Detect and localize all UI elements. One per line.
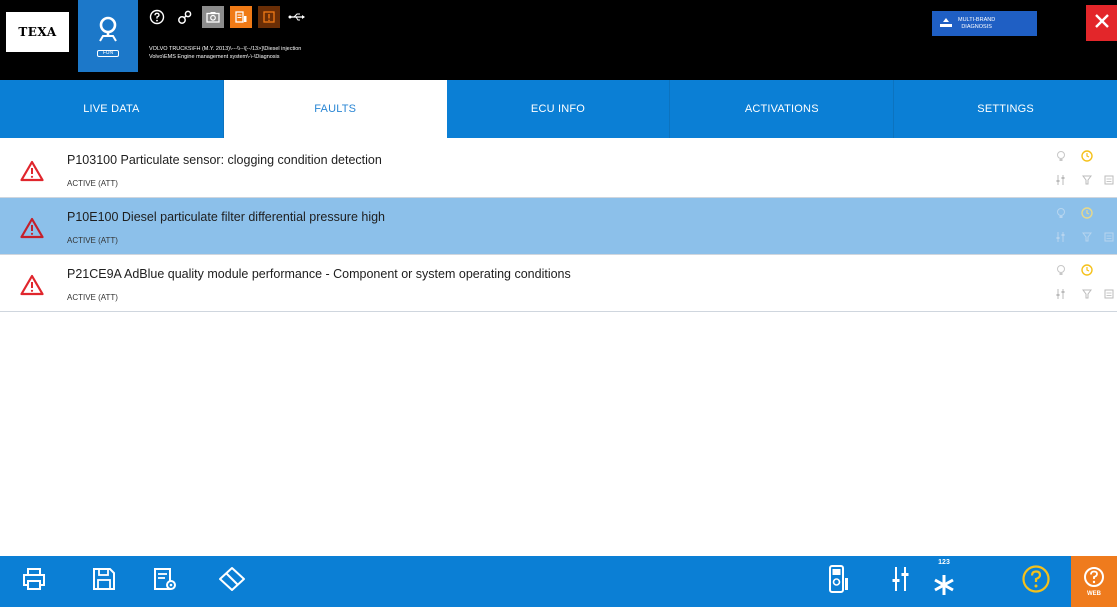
fault-title: P10E100 Diesel particulate filter differ… bbox=[67, 210, 386, 224]
search-car-icon bbox=[95, 15, 121, 48]
filter-icon[interactable] bbox=[1080, 173, 1094, 187]
multibrand-diagnosis-button[interactable]: MULTI-BRAND DIAGNOSIS bbox=[932, 11, 1037, 36]
close-button[interactable] bbox=[1086, 5, 1117, 41]
fault-actions bbox=[1052, 149, 1114, 191]
vehicle-path-line1: VOLVO TRUCKS\FH (M.Y. 2013)\---\\--\[--/… bbox=[149, 46, 302, 52]
warning-icon bbox=[20, 160, 44, 182]
diagnosis-button[interactable]: FUN bbox=[78, 0, 138, 72]
vehicle-breadcrumb: VOLVO TRUCKS\FH (M.Y. 2013)\---\\--\[--/… bbox=[149, 45, 469, 61]
fault-status: ACTIVE (ATT) bbox=[67, 179, 118, 188]
texa-logo: TEXA bbox=[6, 12, 69, 52]
alert-box-icon[interactable] bbox=[258, 6, 280, 28]
close-icon bbox=[1094, 13, 1110, 34]
tab-settings[interactable]: SETTINGS bbox=[894, 80, 1117, 138]
print-button[interactable] bbox=[14, 556, 54, 607]
vehicle-info-icon[interactable] bbox=[230, 6, 252, 28]
print-icon bbox=[21, 566, 47, 597]
fault-row[interactable]: P21CE9A AdBlue quality module performanc… bbox=[0, 255, 1117, 312]
sliders-button[interactable] bbox=[883, 556, 919, 607]
tune-icon[interactable] bbox=[1054, 230, 1068, 244]
multibrand-icon bbox=[940, 15, 952, 33]
multimeter-button[interactable] bbox=[820, 556, 856, 607]
save-icon bbox=[91, 566, 117, 597]
tab-faults[interactable]: FAULTS bbox=[223, 80, 447, 138]
web-label: WEB bbox=[1087, 591, 1101, 597]
vehicle-path-line2: Volvo\EMS Engine management system\-\-\D… bbox=[149, 54, 280, 60]
help-icon[interactable] bbox=[146, 6, 168, 28]
multibrand-line2: DIAGNOSIS bbox=[961, 23, 992, 30]
multimeter-icon bbox=[827, 564, 849, 599]
fault-status: ACTIVE (ATT) bbox=[67, 293, 118, 302]
tab-live-data[interactable]: LIVE DATA bbox=[0, 80, 224, 138]
list-icon[interactable] bbox=[1102, 173, 1116, 187]
web-help-icon bbox=[1083, 566, 1105, 593]
fault-row[interactable]: P103100 Particulate sensor: clogging con… bbox=[0, 141, 1117, 198]
tab-ecu-info[interactable]: ECU INFO bbox=[447, 80, 671, 138]
fault-actions bbox=[1052, 263, 1114, 305]
top-header: TEXA FUN VOLVO TRUCKS\FH (M.Y. 2013)\---… bbox=[0, 0, 1117, 80]
link-icon[interactable] bbox=[174, 6, 196, 28]
bulb-icon[interactable] bbox=[1054, 263, 1068, 277]
save-button[interactable] bbox=[84, 556, 124, 607]
fault-row[interactable]: P10E100 Diesel particulate filter differ… bbox=[0, 198, 1117, 255]
clock-icon[interactable] bbox=[1080, 263, 1094, 277]
help-circle-icon bbox=[1021, 564, 1051, 599]
list-icon[interactable] bbox=[1102, 287, 1116, 301]
clock-icon[interactable] bbox=[1080, 149, 1094, 163]
main-tabs: LIVE DATA FAULTS ECU INFO ACTIVATIONS SE… bbox=[0, 80, 1117, 138]
warning-icon bbox=[20, 274, 44, 296]
filter-icon[interactable] bbox=[1080, 230, 1094, 244]
parameters-number-label: 123 bbox=[938, 559, 950, 566]
fault-title: P21CE9A AdBlue quality module performanc… bbox=[67, 267, 571, 281]
erase-icon bbox=[218, 566, 246, 597]
report-button[interactable] bbox=[145, 556, 185, 607]
warning-icon bbox=[20, 217, 44, 239]
fault-list: P103100 Particulate sensor: clogging con… bbox=[0, 141, 1117, 312]
report-icon bbox=[152, 566, 178, 597]
camera-icon[interactable] bbox=[202, 6, 224, 28]
clock-icon[interactable] bbox=[1080, 206, 1094, 220]
list-icon[interactable] bbox=[1102, 230, 1116, 244]
help-button[interactable] bbox=[1016, 556, 1056, 607]
fault-status: ACTIVE (ATT) bbox=[67, 236, 118, 245]
usb-icon bbox=[286, 6, 308, 28]
tab-activations[interactable]: ACTIVATIONS bbox=[670, 80, 895, 138]
fault-actions bbox=[1052, 206, 1114, 248]
diag-mini-label: FUN bbox=[97, 50, 119, 57]
bulb-icon[interactable] bbox=[1054, 206, 1068, 220]
multibrand-line1: MULTI-BRAND bbox=[958, 16, 996, 23]
fault-title: P103100 Particulate sensor: clogging con… bbox=[67, 153, 382, 167]
tune-icon[interactable] bbox=[1054, 173, 1068, 187]
sliders-icon bbox=[890, 565, 912, 598]
tune-icon[interactable] bbox=[1054, 287, 1068, 301]
header-toolbar bbox=[146, 5, 308, 29]
filter-icon[interactable] bbox=[1080, 287, 1094, 301]
erase-button[interactable] bbox=[212, 556, 252, 607]
web-help-button[interactable]: WEB bbox=[1071, 556, 1117, 607]
bulb-icon[interactable] bbox=[1054, 149, 1068, 163]
asterisk-icon bbox=[933, 562, 955, 601]
